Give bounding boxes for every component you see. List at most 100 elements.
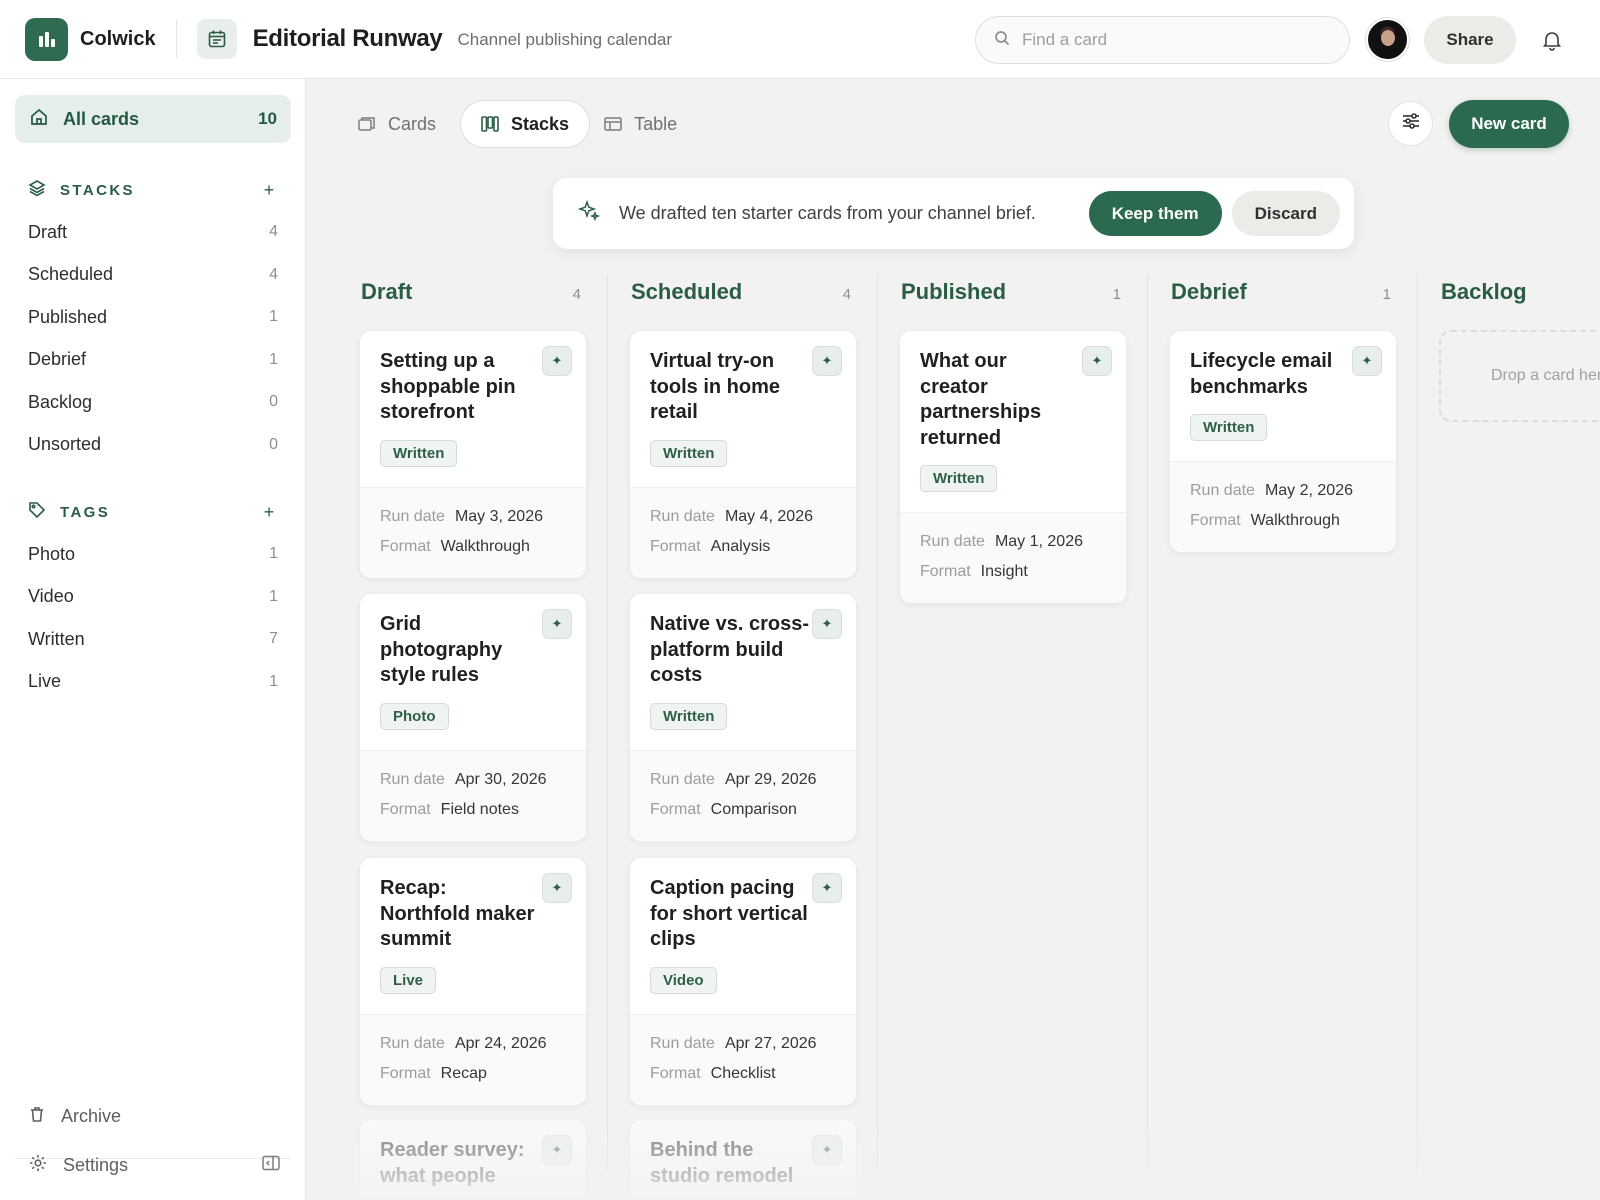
avatar[interactable] xyxy=(1366,18,1409,61)
card-format: Insight xyxy=(980,563,1028,580)
card-run-date: May 2, 2026 xyxy=(1264,482,1353,499)
sparkle-icon xyxy=(577,199,601,228)
column-debrief: Debrief 1 Lifecycle email benchmarks ✦ Wri… xyxy=(1116,272,1397,1172)
tab-stacks[interactable]: Stacks xyxy=(460,100,591,148)
card-format: Comparison xyxy=(710,800,797,818)
sparkle-icon[interactable]: ✦ xyxy=(542,873,572,903)
search-input[interactable] xyxy=(1022,30,1322,50)
card[interactable]: Caption pacing for short vertical clips ✦… xyxy=(629,857,857,1106)
archive-button[interactable]: Archive xyxy=(28,1105,280,1128)
card-format: Walkthrough xyxy=(440,537,530,555)
card[interactable]: Grid photography style rules ✦ Photo Run d… xyxy=(359,593,587,842)
card[interactable]: Virtual try-on tools in home retail ✦ Writ… xyxy=(629,330,857,579)
sidebar-item-label: Published xyxy=(28,306,108,327)
sidebar-item-label: All cards xyxy=(63,108,140,129)
sidebar-item-label: Debrief xyxy=(28,349,87,370)
add-tag-button[interactable]: + xyxy=(260,502,278,523)
sidebar-item-draft[interactable]: Draft 4 xyxy=(28,211,278,254)
card[interactable]: Native vs. cross-platform build costs ✦ Wr… xyxy=(629,593,857,842)
sparkle-icon[interactable]: ✦ xyxy=(1082,346,1112,376)
column-header: Published 1 xyxy=(901,279,1121,305)
card-run-date: Apr 27, 2026 xyxy=(724,1034,817,1052)
sidebar-item-debrief[interactable]: Debrief 1 xyxy=(28,339,278,382)
stacks-board: Draft 4 Setting up a shoppable pin store… xyxy=(306,262,1600,1200)
sparkle-icon[interactable]: ✦ xyxy=(812,346,842,376)
card[interactable]: Setting up a shoppable pin storefront ✦ Wr… xyxy=(359,330,587,579)
card-format: Analysis xyxy=(710,537,771,555)
filter-button[interactable] xyxy=(1388,101,1433,146)
sparkle-icon[interactable]: ✦ xyxy=(812,609,842,639)
card-tag: Video xyxy=(650,966,717,994)
field-label: Run date xyxy=(1190,482,1255,499)
bell-icon[interactable] xyxy=(1540,28,1564,52)
card-title: Caption pacing for short vertical clips xyxy=(650,877,808,950)
tags-section-header: TAGS + xyxy=(28,501,278,524)
sidebar-item-live[interactable]: Live 1 xyxy=(28,661,278,704)
sidebar-item-photo[interactable]: Photo 1 xyxy=(28,533,278,576)
field-label: Format xyxy=(650,800,701,818)
keep-them-button[interactable]: Keep them xyxy=(1088,191,1222,236)
card-tag: Written xyxy=(1190,414,1268,441)
page-subtitle: Channel publishing calendar xyxy=(457,30,673,49)
sidebar-item-backlog[interactable]: Backlog 0 xyxy=(28,381,278,424)
view-tabs: Cards Stacks Table xyxy=(346,100,701,148)
table-icon xyxy=(604,116,622,132)
column-title: Published xyxy=(901,279,1007,304)
settings-button[interactable]: Settings xyxy=(28,1153,280,1178)
sidebar-item-scheduled[interactable]: Scheduled 4 xyxy=(28,254,278,297)
card-format: Recap xyxy=(440,1064,487,1082)
card[interactable]: Recap: Northfold maker summit ✦ Live Run d… xyxy=(359,857,587,1106)
sidebar-item-unsorted[interactable]: Unsorted 0 xyxy=(28,424,278,467)
tab-table[interactable]: Table xyxy=(592,100,699,148)
gear-icon xyxy=(28,1153,48,1178)
share-button[interactable]: Share xyxy=(1424,16,1516,64)
sparkle-icon[interactable]: ✦ xyxy=(542,346,572,376)
home-icon xyxy=(29,107,49,132)
sparkle-icon[interactable]: ✦ xyxy=(812,1135,842,1165)
collapse-sidebar-icon[interactable] xyxy=(262,1155,280,1176)
sidebar-item-written[interactable]: Written 7 xyxy=(28,618,278,661)
sidebar-item-label: Photo xyxy=(28,543,76,564)
card-title: Grid photography style rules xyxy=(380,613,503,686)
stacks-section-header: STACKS + xyxy=(28,179,278,202)
sidebar-item-label: Unsorted xyxy=(28,434,102,455)
tags-heading: TAGS xyxy=(60,504,111,521)
sidebar-item-count: 1 xyxy=(269,545,278,563)
card-tag: Live xyxy=(380,966,437,994)
card-title: Setting up a shoppable pin storefront xyxy=(380,350,516,423)
card[interactable]: Lifecycle email benchmarks ✦ Written Run d… xyxy=(1169,330,1397,553)
sidebar-item-video[interactable]: Video 1 xyxy=(28,576,278,619)
sparkle-icon[interactable]: ✦ xyxy=(1352,346,1382,376)
tab-cards[interactable]: Cards xyxy=(346,100,458,148)
card-title: Virtual try-on tools in home retail xyxy=(650,350,780,423)
new-card-button[interactable]: New card xyxy=(1449,100,1569,148)
stacks-heading: STACKS xyxy=(60,182,135,199)
sparkle-icon[interactable]: ✦ xyxy=(542,1135,572,1165)
card[interactable]: Reader survey: what people ✦ xyxy=(359,1119,587,1200)
sidebar-item-all-cards[interactable]: All cards 10 xyxy=(15,95,291,143)
drop-zone[interactable]: Drop a card here xyxy=(1439,330,1600,422)
column-backlog: Backlog Drop a card here xyxy=(1386,272,1600,1172)
column-scheduled: Scheduled 4 Virtual try-on tools in home… xyxy=(576,272,857,1200)
card-tag: Written xyxy=(650,439,728,467)
sidebar-item-published[interactable]: Published 1 xyxy=(28,296,278,339)
add-stack-button[interactable]: + xyxy=(260,180,278,201)
field-label: Format xyxy=(380,537,431,555)
sidebar-item-label: Scheduled xyxy=(28,264,114,285)
card[interactable]: What our creator partnerships returned ✦ W… xyxy=(899,330,1127,604)
calendar-icon[interactable] xyxy=(196,19,237,59)
discard-button[interactable]: Discard xyxy=(1231,191,1340,236)
card[interactable]: Behind the studio remodel ✦ xyxy=(629,1119,857,1200)
top-bar: Colwick Editorial Runway Channel publish… xyxy=(0,0,1600,79)
sparkle-icon[interactable]: ✦ xyxy=(542,609,572,639)
sidebar-item-label: Backlog xyxy=(28,391,93,412)
sparkle-icon[interactable]: ✦ xyxy=(812,873,842,903)
card-title: What our creator partnerships returned xyxy=(920,350,1042,449)
card-title: Reader survey: what people xyxy=(380,1139,525,1187)
sidebar-item-count: 0 xyxy=(269,435,278,453)
column-title: Debrief xyxy=(1171,279,1247,304)
card-format: Checklist xyxy=(710,1064,776,1082)
sidebar-item-count: 1 xyxy=(269,308,278,326)
search-box[interactable] xyxy=(975,16,1350,64)
app-logo-icon[interactable] xyxy=(25,17,68,61)
